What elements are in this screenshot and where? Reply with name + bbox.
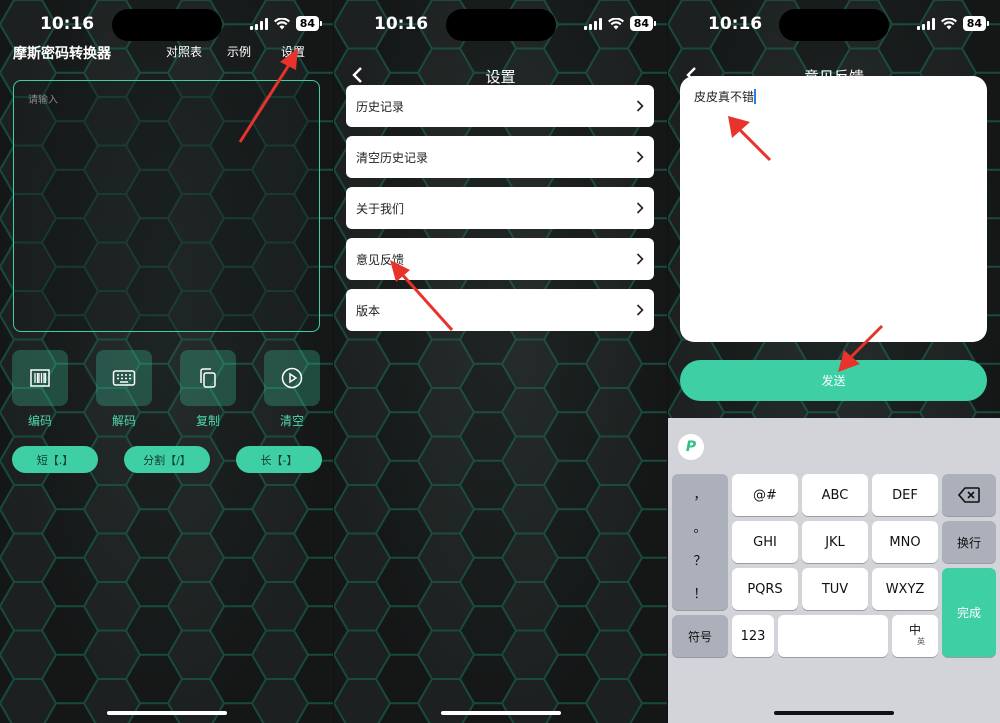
menu-item-about[interactable]: 关于我们 <box>346 187 654 229</box>
dynamic-island <box>779 9 889 41</box>
home-indicator <box>106 711 227 715</box>
app-title: 摩斯密码转换器 <box>13 46 111 62</box>
language-switch-key[interactable]: 中 英 <box>892 615 938 657</box>
battery-icon: 84 <box>295 16 323 31</box>
encode-label: 编码 <box>27 414 52 428</box>
signal-icon <box>583 17 602 30</box>
status-bar: 10:16 84 <box>334 0 667 48</box>
chevron-right-icon <box>636 100 644 112</box>
encode-button[interactable]: 编码 <box>12 350 68 429</box>
done-key[interactable]: 完成 <box>942 568 996 657</box>
home-indicator <box>440 711 561 715</box>
punctuation-column[interactable]: ， 。 ？ ！ <box>672 474 728 610</box>
delete-key[interactable] <box>942 474 996 516</box>
menu-item-version[interactable]: 版本 <box>346 289 654 331</box>
status-bar: 10:16 84 <box>0 0 333 48</box>
chevron-right-icon <box>636 304 644 316</box>
play-circle-icon <box>281 367 303 389</box>
key-comma[interactable]: ， <box>672 484 728 503</box>
barcode-icon <box>30 369 50 387</box>
home-indicator <box>774 711 894 715</box>
dynamic-island <box>445 9 556 41</box>
symbols-key[interactable]: 符号 <box>672 615 728 657</box>
key-period[interactable]: 。 <box>672 517 728 536</box>
send-button[interactable]: 发送 <box>680 360 987 401</box>
phone-screen-feedback: 10:16 84 意见反馈 皮皮真不错 发送 P ， 。 ？ ！ @# <box>668 0 1000 723</box>
menu-item-clear-history[interactable]: 清空历史记录 <box>346 136 654 178</box>
chevron-right-icon <box>636 151 644 163</box>
key-abc[interactable]: ABC <box>802 474 868 516</box>
lang-secondary: 英 <box>917 637 925 646</box>
newline-key[interactable]: 换行 <box>942 521 996 563</box>
nav-settings[interactable]: 设置 <box>281 43 305 60</box>
wifi-icon <box>273 17 290 29</box>
key-question[interactable]: ？ <box>672 550 728 569</box>
key-symbols-at[interactable]: @# <box>732 474 798 516</box>
signal-icon <box>916 17 935 30</box>
lang-primary: 中 <box>908 623 921 637</box>
long-dash-button[interactable]: 长【-】 <box>236 446 322 473</box>
back-button[interactable] <box>346 64 368 86</box>
nav-examples[interactable]: 示例 <box>227 43 251 60</box>
copy-button[interactable]: 复制 <box>180 350 236 429</box>
key-exclaim[interactable]: ！ <box>672 583 728 602</box>
wifi-icon <box>940 17 957 29</box>
key-def[interactable]: DEF <box>872 474 938 516</box>
copy-label: 复制 <box>195 414 220 428</box>
menu-item-label: 历史记录 <box>356 99 405 114</box>
keyboard: P ， 。 ？ ！ @# ABC DEF GHI JKL MNO 换行 PQRS… <box>668 418 1000 723</box>
key-tuv[interactable]: TUV <box>802 568 868 610</box>
space-key[interactable] <box>778 615 888 657</box>
key-pqrs[interactable]: PQRS <box>732 568 798 610</box>
nav-reference-table[interactable]: 对照表 <box>166 43 202 60</box>
copy-icon <box>200 368 216 388</box>
chevron-right-icon <box>636 253 644 265</box>
feedback-textarea[interactable]: 皮皮真不错 <box>680 76 987 342</box>
menu-item-label: 版本 <box>356 303 381 318</box>
phone-screen-settings: 10:16 84 设置 历史记录 清空历史记录 关于我们 意见反馈 版本 <box>334 0 667 723</box>
text-cursor <box>754 89 757 104</box>
menu-item-feedback[interactable]: 意见反馈 <box>346 238 654 280</box>
key-mno[interactable]: MNO <box>872 521 938 563</box>
menu-item-label: 意见反馈 <box>356 252 405 267</box>
short-dot-button[interactable]: 短【.】 <box>12 446 98 473</box>
backspace-icon <box>958 487 980 503</box>
separator-button[interactable]: 分割【/】 <box>124 446 210 473</box>
key-ghi[interactable]: GHI <box>732 521 798 563</box>
decode-label: 解码 <box>111 414 136 428</box>
dynamic-island <box>111 9 222 41</box>
clear-button[interactable]: 清空 <box>264 350 320 429</box>
numbers-key[interactable]: 123 <box>732 615 774 657</box>
keyboard-icon <box>112 370 136 386</box>
battery-icon: 84 <box>629 16 657 31</box>
key-wxyz[interactable]: WXYZ <box>872 568 938 610</box>
clear-label: 清空 <box>279 414 304 428</box>
status-time: 10:16 <box>40 14 95 34</box>
input-placeholder: 请输入 <box>28 95 58 106</box>
wifi-icon <box>607 17 624 29</box>
menu-item-label: 清空历史记录 <box>356 150 429 165</box>
morse-input-area[interactable]: 请输入 <box>13 80 320 332</box>
phone-screen-main: 10:16 84 摩斯密码转换器 对照表 示例 设置 请输入 编码 解码 复制 … <box>0 0 333 723</box>
status-time: 10:16 <box>708 14 763 34</box>
keyboard-logo-icon[interactable]: P <box>678 434 704 460</box>
status-bar: 10:16 84 <box>668 0 1000 48</box>
chevron-left-icon <box>352 67 362 83</box>
status-time: 10:16 <box>374 14 429 34</box>
chevron-right-icon <box>636 202 644 214</box>
feedback-text: 皮皮真不错 <box>694 90 755 104</box>
battery-icon: 84 <box>962 16 990 31</box>
menu-item-history[interactable]: 历史记录 <box>346 85 654 127</box>
decode-button[interactable]: 解码 <box>96 350 152 429</box>
page-title: 设置 <box>485 68 516 86</box>
signal-icon <box>249 17 268 30</box>
key-jkl[interactable]: JKL <box>802 521 868 563</box>
menu-item-label: 关于我们 <box>356 201 405 216</box>
